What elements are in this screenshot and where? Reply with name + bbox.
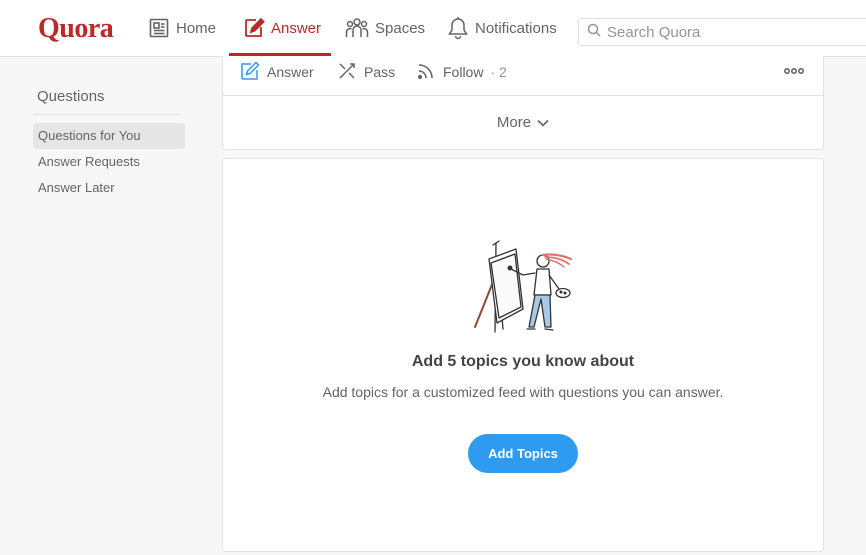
sidebar-list: Questions for You Answer Requests Answer… [33, 123, 185, 201]
follow-count: · 2 [490, 64, 507, 80]
empty-state-title: Add 5 topics you know about [411, 353, 635, 370]
search-input[interactable] [607, 23, 866, 41]
nav-notifications-label: Notifications [475, 19, 557, 37]
nav-home-label: Home [176, 19, 217, 37]
answer-action-label: Answer [267, 64, 314, 80]
more-options-icon[interactable] [783, 64, 805, 82]
question-card: Answer Pass Follow · 2 More [222, 56, 824, 150]
add-topics-card: Add 5 topics you know about Add topics f… [222, 158, 824, 552]
home-icon [148, 17, 170, 39]
empty-state-subtitle: Add topics for a customized feed with qu… [322, 384, 724, 400]
more-button[interactable]: More [223, 96, 823, 149]
answer-edit-icon [240, 60, 260, 84]
pass-icon [337, 61, 357, 84]
quora-logo[interactable]: Quora [38, 13, 114, 45]
nav-spaces[interactable]: Spaces [345, 0, 425, 56]
sidebar-title: Questions [33, 78, 181, 115]
bell-icon [447, 16, 469, 40]
nav-answer[interactable]: Answer [243, 0, 321, 56]
answer-action-button[interactable]: Answer [240, 56, 314, 88]
follow-button[interactable]: Follow · 2 [416, 56, 507, 88]
add-topics-button[interactable]: Add Topics [468, 434, 578, 473]
pass-label: Pass [364, 64, 396, 80]
sidebar: Questions Questions for You Answer Reque… [33, 78, 185, 201]
search-box[interactable] [578, 18, 866, 46]
follow-rss-icon [416, 61, 436, 84]
search-icon [587, 23, 601, 42]
question-actions-bar: Answer Pass Follow · 2 [223, 56, 823, 96]
more-label: More [496, 114, 532, 131]
pass-button[interactable]: Pass [337, 56, 395, 88]
sidebar-item-questions-for-you[interactable]: Questions for You [33, 123, 185, 149]
painter-illustration-icon [471, 237, 581, 347]
nav-notifications[interactable]: Notifications [447, 0, 557, 56]
spaces-people-icon [345, 17, 369, 39]
nav-spaces-label: Spaces [375, 19, 426, 37]
top-header: Quora Home Answer Spaces Notifications S… [0, 0, 866, 57]
sidebar-item-answer-requests[interactable]: Answer Requests [33, 149, 185, 175]
answer-pencil-icon [243, 17, 265, 39]
nav-answer-label: Answer [271, 19, 322, 37]
nav-home[interactable]: Home [148, 0, 216, 56]
chevron-down-icon [537, 114, 549, 131]
follow-label: Follow [443, 64, 484, 80]
sidebar-item-answer-later[interactable]: Answer Later [33, 175, 185, 201]
